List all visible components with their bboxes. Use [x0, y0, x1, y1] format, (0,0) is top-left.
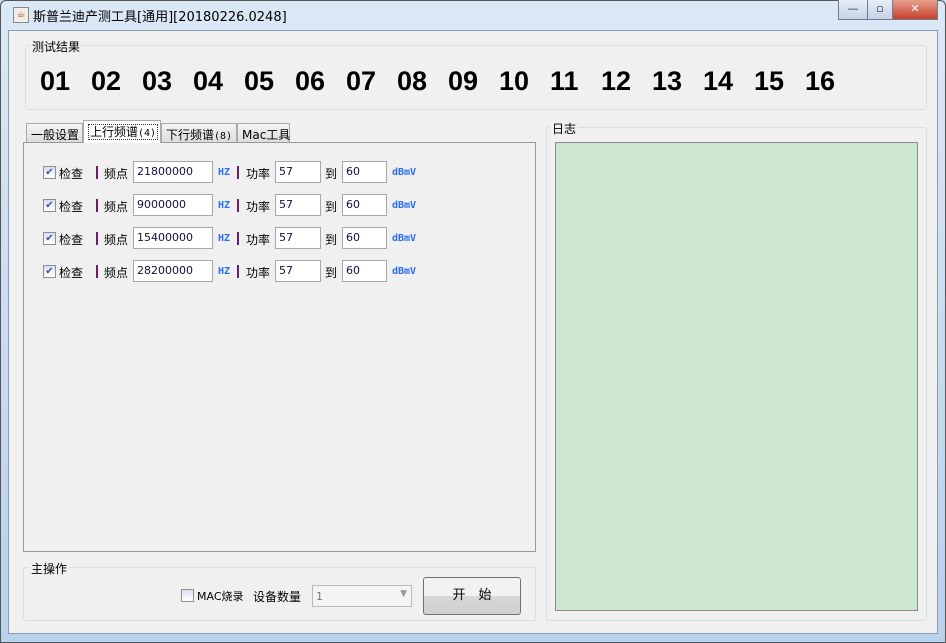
chevron-down-icon: ▼: [400, 589, 407, 599]
minimize-button[interactable]: —: [838, 0, 868, 20]
freq-input[interactable]: 21800000: [133, 161, 213, 183]
check-label: 检查: [59, 233, 84, 247]
mac-burn-checkbox[interactable]: [181, 589, 194, 602]
check-label: 检查: [59, 200, 84, 214]
main-ops-label: 主操作: [29, 560, 70, 577]
tab-upstream[interactable]: 上行频谱(4): [83, 120, 161, 143]
tab-general[interactable]: 一般设置: [26, 123, 83, 143]
log-area[interactable]: [555, 142, 918, 611]
check-checkbox[interactable]: ✔: [43, 265, 56, 278]
result-slot: 14: [703, 66, 734, 96]
hz-unit: HZ: [218, 266, 231, 277]
separator: [96, 166, 98, 179]
power-max-input[interactable]: 60: [342, 260, 387, 282]
to-label: 到: [325, 167, 338, 181]
result-slot: 04: [193, 66, 224, 96]
result-slot: 13: [652, 66, 683, 96]
power-max-input[interactable]: 60: [342, 194, 387, 216]
result-slot: 03: [142, 66, 173, 96]
separator: [237, 265, 239, 278]
maximize-button[interactable]: ▫: [867, 0, 893, 20]
result-slot: 08: [397, 66, 428, 96]
separator: [96, 232, 98, 245]
dbmv-unit: dBmV: [392, 266, 417, 277]
power-label: 功率: [246, 233, 271, 247]
result-slot: 05: [244, 66, 275, 96]
device-count-label: 设备数量: [253, 590, 302, 604]
test-results-label: 测试结果: [30, 38, 83, 55]
result-slot: 09: [448, 66, 479, 96]
separator: [237, 166, 239, 179]
power-label: 功率: [246, 167, 271, 181]
power-min-input[interactable]: 57: [275, 161, 321, 183]
tab-label: Mac工具: [242, 128, 291, 142]
check-label: 检查: [59, 167, 84, 181]
result-slot: 12: [601, 66, 632, 96]
check-checkbox[interactable]: ✔: [43, 199, 56, 212]
tab-mac-tools[interactable]: Mac工具: [237, 123, 290, 143]
power-label: 功率: [246, 200, 271, 214]
power-min-input[interactable]: 57: [275, 260, 321, 282]
tab-label: 下行频谱: [166, 128, 215, 142]
to-label: 到: [325, 200, 338, 214]
to-label: 到: [325, 266, 338, 280]
tab-label: 上行频谱: [90, 125, 139, 139]
hz-unit: HZ: [218, 233, 231, 244]
hz-unit: HZ: [218, 200, 231, 211]
check-label: 检查: [59, 266, 84, 280]
check-checkbox[interactable]: ✔: [43, 232, 56, 245]
power-max-input[interactable]: 60: [342, 161, 387, 183]
window-title: 斯普兰迪产测工具[通用][20180226.0248]: [33, 10, 287, 25]
log-label: 日志: [550, 120, 579, 137]
result-slot: 16: [805, 66, 836, 96]
power-label: 功率: [246, 266, 271, 280]
tab-count: (4): [138, 128, 157, 139]
dbmv-unit: dBmV: [392, 167, 417, 178]
result-slot: 10: [499, 66, 530, 96]
to-label: 到: [325, 233, 338, 247]
mac-burn-label: MAC烧录: [197, 590, 244, 603]
separator: [237, 232, 239, 245]
separator: [96, 265, 98, 278]
result-slot: 11: [550, 66, 579, 96]
java-app-icon: ☕: [13, 7, 29, 23]
separator: [96, 199, 98, 212]
freq-label: 频点: [104, 266, 129, 280]
result-slot: 07: [346, 66, 377, 96]
close-button[interactable]: ✕: [892, 0, 938, 20]
power-min-input[interactable]: 57: [275, 194, 321, 216]
freq-label: 频点: [104, 167, 129, 181]
tab-downstream[interactable]: 下行频谱(8): [161, 123, 237, 143]
freq-input[interactable]: 15400000: [133, 227, 213, 249]
tab-label: 一般设置: [31, 128, 80, 142]
dbmv-unit: dBmV: [392, 200, 417, 211]
dbmv-unit: dBmV: [392, 233, 417, 244]
freq-label: 频点: [104, 233, 129, 247]
tab-count: (8): [214, 131, 233, 142]
freq-input[interactable]: 9000000: [133, 194, 213, 216]
result-slot: 06: [295, 66, 326, 96]
hz-unit: HZ: [218, 167, 231, 178]
power-max-input[interactable]: 60: [342, 227, 387, 249]
power-min-input[interactable]: 57: [275, 227, 321, 249]
freq-label: 频点: [104, 200, 129, 214]
check-checkbox[interactable]: ✔: [43, 166, 56, 179]
result-slot: 02: [91, 66, 122, 96]
start-button[interactable]: 开 始: [423, 577, 521, 615]
result-slot: 01: [40, 66, 71, 96]
separator: [237, 199, 239, 212]
device-count-value: 1: [316, 590, 323, 603]
result-slot: 15: [754, 66, 785, 96]
device-count-select[interactable]: 1 ▼: [312, 585, 412, 607]
freq-input[interactable]: 28200000: [133, 260, 213, 282]
